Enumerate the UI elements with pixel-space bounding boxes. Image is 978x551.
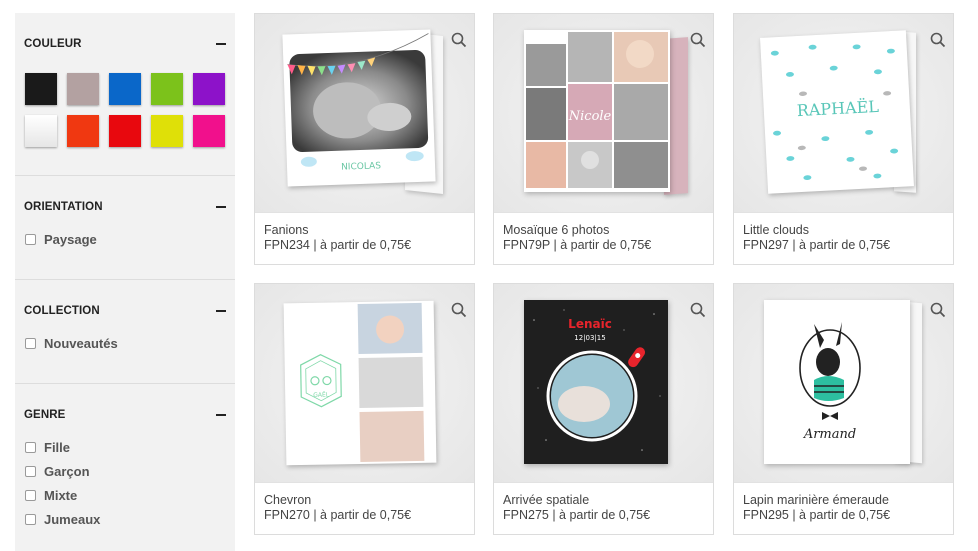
- card-preview-text: RAPHAËL: [796, 96, 879, 120]
- product-thumbnail[interactable]: Armand: [734, 284, 953, 482]
- card-preview: RAPHAËL: [760, 30, 914, 194]
- option-garcon[interactable]: Garçon: [25, 464, 90, 479]
- option-nouveautes[interactable]: Nouveautés: [25, 336, 118, 351]
- filter-couleur-header[interactable]: COULEUR: [24, 34, 226, 54]
- product-meta: FPN79P | à partir de 0,75€: [503, 238, 652, 252]
- product-info: Lapin marinière émeraude FPN295 | à part…: [734, 482, 953, 534]
- product-thumbnail[interactable]: NICOLAS: [255, 14, 474, 212]
- swatch-blanc[interactable]: [25, 115, 57, 147]
- option-mixte[interactable]: Mixte: [25, 488, 77, 503]
- swatch-orange[interactable]: [67, 115, 99, 147]
- card-preview-text: Nicole: [568, 109, 612, 124]
- page: COULEUR ORIENTATION Paysage COLLECTION N…: [0, 0, 978, 551]
- product-info: Chevron FPN270 | à partir de 0,75€: [255, 482, 474, 534]
- option-label: Mixte: [44, 488, 78, 503]
- card-preview: GAËL: [283, 300, 437, 466]
- product-name[interactable]: Lapin marinière émeraude: [743, 493, 953, 508]
- checkbox[interactable]: [25, 514, 36, 525]
- product-info: Fanions FPN234 | à partir de 0,75€: [255, 212, 474, 264]
- filter-orientation-title: ORIENTATION: [24, 201, 103, 213]
- magnifier-icon[interactable]: [451, 32, 467, 48]
- product-info: Arrivée spatiale FPN275 | à partir de 0,…: [494, 482, 713, 534]
- filter-genre-header[interactable]: GENRE: [24, 405, 226, 425]
- product-name[interactable]: Fanions: [264, 223, 474, 238]
- checkbox[interactable]: [25, 466, 36, 477]
- card-preview-text: Lenaïc: [568, 317, 612, 331]
- card-preview-text: NICOLAS: [341, 161, 381, 172]
- product-name[interactable]: Little clouds: [743, 223, 953, 238]
- filter-orientation-header[interactable]: ORIENTATION: [24, 197, 226, 217]
- product-thumbnail[interactable]: Nicole: [494, 14, 713, 212]
- swatch-noir[interactable]: [25, 73, 57, 105]
- product-card-fanions[interactable]: NICOLAS Fanions FPN234 | à partir de 0,7…: [254, 13, 475, 265]
- card-preview-text: Armand: [803, 427, 856, 442]
- checkbox[interactable]: [25, 442, 36, 453]
- swatch-vert[interactable]: [151, 73, 183, 105]
- product-card-little-clouds[interactable]: RAPHAËL Little clouds FPN297 | à partir …: [733, 13, 954, 265]
- product-meta: FPN270 | à partir de 0,75€: [264, 508, 412, 522]
- swatch-taupe[interactable]: [67, 73, 99, 105]
- product-meta: FPN234 | à partir de 0,75€: [264, 238, 412, 252]
- product-card-arrivee-spatiale[interactable]: Lenaïc 12|03|15 Arrivée spatiale FPN275 …: [493, 283, 714, 535]
- checkbox[interactable]: [25, 234, 36, 245]
- option-label: Jumeaux: [44, 512, 101, 527]
- card-preview-text: GAËL: [313, 392, 330, 399]
- filter-collection: COLLECTION Nouveautés: [15, 280, 235, 384]
- filter-sidebar: COULEUR ORIENTATION Paysage COLLECTION N…: [15, 13, 235, 551]
- magnifier-icon[interactable]: [451, 302, 467, 318]
- option-paysage[interactable]: Paysage: [25, 232, 97, 247]
- option-fille[interactable]: Fille: [25, 440, 70, 455]
- magnifier-icon[interactable]: [930, 302, 946, 318]
- swatch-jaune[interactable]: [151, 115, 183, 147]
- magnifier-icon[interactable]: [690, 302, 706, 318]
- filter-collection-header[interactable]: COLLECTION: [24, 301, 226, 321]
- product-meta: FPN295 | à partir de 0,75€: [743, 508, 891, 522]
- swatch-rose[interactable]: [193, 115, 225, 147]
- checkbox[interactable]: [25, 338, 36, 349]
- option-jumeaux[interactable]: Jumeaux: [25, 512, 100, 527]
- magnifier-icon[interactable]: [930, 32, 946, 48]
- filter-couleur: COULEUR: [15, 13, 235, 176]
- product-name[interactable]: Mosaïque 6 photos: [503, 223, 713, 238]
- product-card-lapin-mariniere[interactable]: Armand Lapin marinière émeraude FPN295 |…: [733, 283, 954, 535]
- product-meta: FPN297 | à partir de 0,75€: [743, 238, 891, 252]
- magnifier-icon[interactable]: [690, 32, 706, 48]
- product-thumbnail[interactable]: GAËL: [255, 284, 474, 482]
- swatch-bleu[interactable]: [109, 73, 141, 105]
- product-name[interactable]: Chevron: [264, 493, 474, 508]
- collapse-minus-icon[interactable]: [216, 310, 226, 312]
- filter-collection-title: COLLECTION: [24, 305, 100, 317]
- checkbox[interactable]: [25, 490, 36, 501]
- product-name[interactable]: Arrivée spatiale: [503, 493, 713, 508]
- option-label: Garçon: [44, 464, 90, 479]
- option-label: Fille: [44, 440, 71, 455]
- product-info: Little clouds FPN297 | à partir de 0,75€: [734, 212, 953, 264]
- product-card-mosaique[interactable]: Nicole Mosaïque 6 photos FPN79P | à part…: [493, 13, 714, 265]
- swatch-violet[interactable]: [193, 73, 225, 105]
- filter-orientation: ORIENTATION Paysage: [15, 176, 235, 280]
- filter-genre: GENRE Fille Garçon Mixte Jumeaux: [15, 384, 235, 551]
- card-preview: NICOLAS: [282, 29, 436, 187]
- collapse-minus-icon[interactable]: [216, 206, 226, 208]
- product-meta: FPN275 | à partir de 0,75€: [503, 508, 651, 522]
- card-preview: Lenaïc 12|03|15: [524, 300, 668, 464]
- color-swatches: [25, 73, 225, 147]
- collapse-minus-icon[interactable]: [216, 414, 226, 416]
- card-preview: Armand: [764, 300, 910, 464]
- collapse-minus-icon[interactable]: [216, 43, 226, 45]
- card-preview-date: 12|03|15: [574, 334, 605, 342]
- option-label: Paysage: [44, 232, 97, 247]
- product-info: Mosaïque 6 photos FPN79P | à partir de 0…: [494, 212, 713, 264]
- product-thumbnail[interactable]: Lenaïc 12|03|15: [494, 284, 713, 482]
- card-preview: Nicole: [524, 30, 670, 192]
- filter-genre-title: GENRE: [24, 409, 66, 421]
- option-label: Nouveautés: [44, 336, 118, 351]
- product-card-chevron[interactable]: GAËL Chevron FPN270 | à partir de 0,75€: [254, 283, 475, 535]
- filter-couleur-title: COULEUR: [24, 38, 82, 50]
- product-thumbnail[interactable]: RAPHAËL: [734, 14, 953, 212]
- swatch-rouge[interactable]: [109, 115, 141, 147]
